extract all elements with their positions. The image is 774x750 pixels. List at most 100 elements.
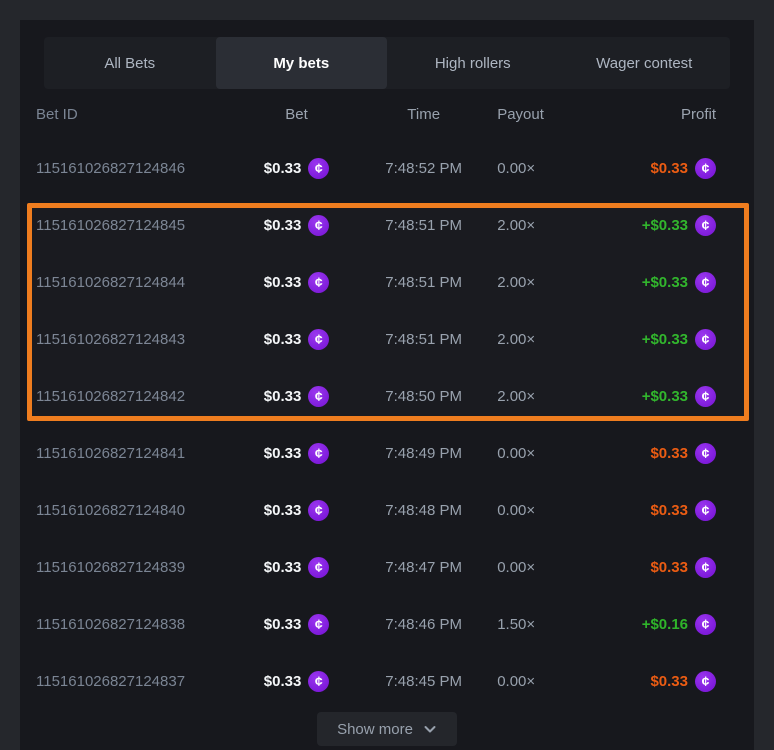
currency-coin-icon: ¢ — [695, 215, 716, 236]
header-time: Time — [360, 106, 487, 123]
profit-cell: $0.33 ¢ — [589, 158, 716, 179]
bet-amount: $0.33 — [264, 502, 302, 519]
currency-coin-icon: ¢ — [308, 443, 329, 464]
table-row[interactable]: 115161026827124845 $0.33 ¢ 7:48:51 PM 2.… — [20, 197, 754, 254]
show-more-button[interactable]: Show more — [317, 712, 457, 746]
payout-cell: 0.00× — [487, 673, 589, 690]
profit-cell: +$0.33 ¢ — [589, 272, 716, 293]
bet-cell: $0.33 ¢ — [233, 329, 360, 350]
bet-amount: $0.33 — [264, 274, 302, 291]
time-cell: 7:48:47 PM — [360, 559, 487, 576]
bet-amount: $0.33 — [264, 160, 302, 177]
bets-panel: All Bets My bets High rollers Wager cont… — [20, 20, 754, 750]
bet-cell: $0.33 ¢ — [233, 215, 360, 236]
header-payout: Payout — [487, 106, 589, 123]
table-row[interactable]: 115161026827124843 $0.33 ¢ 7:48:51 PM 2.… — [20, 311, 754, 368]
time-cell: 7:48:48 PM — [360, 502, 487, 519]
profit-amount: +$0.33 — [642, 331, 688, 348]
bet-id-cell[interactable]: 115161026827124838 — [36, 616, 233, 633]
currency-coin-icon: ¢ — [695, 158, 716, 179]
bet-cell: $0.33 ¢ — [233, 272, 360, 293]
currency-coin-icon: ¢ — [695, 557, 716, 578]
currency-coin-icon: ¢ — [695, 614, 716, 635]
table-row[interactable]: 115161026827124838 $0.33 ¢ 7:48:46 PM 1.… — [20, 596, 754, 653]
profit-cell: +$0.33 ¢ — [589, 215, 716, 236]
time-cell: 7:48:51 PM — [360, 274, 487, 291]
currency-coin-icon: ¢ — [695, 329, 716, 350]
bet-amount: $0.33 — [264, 616, 302, 633]
profit-amount: $0.33 — [650, 673, 688, 690]
bet-amount: $0.33 — [264, 559, 302, 576]
time-cell: 7:48:49 PM — [360, 445, 487, 462]
payout-cell: 0.00× — [487, 445, 589, 462]
currency-coin-icon: ¢ — [308, 671, 329, 692]
profit-cell: $0.33 ¢ — [589, 500, 716, 521]
payout-cell: 2.00× — [487, 217, 589, 234]
payout-cell: 0.00× — [487, 502, 589, 519]
chevron-down-icon — [423, 722, 437, 736]
profit-cell: $0.33 ¢ — [589, 557, 716, 578]
bet-id-cell[interactable]: 115161026827124844 — [36, 274, 233, 291]
table-header-row: Bet ID Bet Time Payout Profit — [20, 89, 754, 140]
profit-amount: +$0.16 — [642, 616, 688, 633]
table-row[interactable]: 115161026827124842 $0.33 ¢ 7:48:50 PM 2.… — [20, 368, 754, 425]
header-profit: Profit — [589, 106, 716, 123]
bet-id-cell[interactable]: 115161026827124845 — [36, 217, 233, 234]
currency-coin-icon: ¢ — [308, 329, 329, 350]
currency-coin-icon: ¢ — [308, 215, 329, 236]
bets-tabbar: All Bets My bets High rollers Wager cont… — [44, 37, 730, 89]
profit-cell: +$0.33 ¢ — [589, 386, 716, 407]
bet-id-cell[interactable]: 115161026827124840 — [36, 502, 233, 519]
table-row[interactable]: 115161026827124844 $0.33 ¢ 7:48:51 PM 2.… — [20, 254, 754, 311]
bet-id-cell[interactable]: 115161026827124839 — [36, 559, 233, 576]
tab-wager-contest[interactable]: Wager contest — [559, 37, 731, 89]
profit-amount: $0.33 — [650, 445, 688, 462]
table-row[interactable]: 115161026827124839 $0.33 ¢ 7:48:47 PM 0.… — [20, 539, 754, 596]
profit-amount: +$0.33 — [642, 217, 688, 234]
tab-high-rollers[interactable]: High rollers — [387, 37, 559, 89]
table-body: 115161026827124846 $0.33 ¢ 7:48:52 PM 0.… — [20, 140, 754, 710]
time-cell: 7:48:52 PM — [360, 160, 487, 177]
time-cell: 7:48:50 PM — [360, 388, 487, 405]
payout-cell: 0.00× — [487, 160, 589, 177]
bet-cell: $0.33 ¢ — [233, 158, 360, 179]
currency-coin-icon: ¢ — [695, 386, 716, 407]
bet-amount: $0.33 — [264, 388, 302, 405]
bet-id-cell[interactable]: 115161026827124843 — [36, 331, 233, 348]
currency-coin-icon: ¢ — [695, 671, 716, 692]
tab-all-bets[interactable]: All Bets — [44, 37, 216, 89]
bet-id-cell[interactable]: 115161026827124842 — [36, 388, 233, 405]
table-row[interactable]: 115161026827124841 $0.33 ¢ 7:48:49 PM 0.… — [20, 425, 754, 482]
profit-cell: $0.33 ¢ — [589, 443, 716, 464]
payout-cell: 2.00× — [487, 274, 589, 291]
table-row[interactable]: 115161026827124846 $0.33 ¢ 7:48:52 PM 0.… — [20, 140, 754, 197]
bet-cell: $0.33 ¢ — [233, 443, 360, 464]
tab-my-bets[interactable]: My bets — [216, 37, 388, 89]
payout-cell: 2.00× — [487, 388, 589, 405]
time-cell: 7:48:51 PM — [360, 331, 487, 348]
bet-amount: $0.33 — [264, 217, 302, 234]
payout-cell: 2.00× — [487, 331, 589, 348]
bet-amount: $0.33 — [264, 673, 302, 690]
bet-amount: $0.33 — [264, 331, 302, 348]
currency-coin-icon: ¢ — [695, 443, 716, 464]
header-bet-id: Bet ID — [36, 106, 233, 123]
currency-coin-icon: ¢ — [308, 500, 329, 521]
profit-amount: +$0.33 — [642, 274, 688, 291]
payout-cell: 1.50× — [487, 616, 589, 633]
bet-id-cell[interactable]: 115161026827124837 — [36, 673, 233, 690]
table-row[interactable]: 115161026827124840 $0.33 ¢ 7:48:48 PM 0.… — [20, 482, 754, 539]
bet-cell: $0.33 ¢ — [233, 386, 360, 407]
bet-id-cell[interactable]: 115161026827124841 — [36, 445, 233, 462]
payout-cell: 0.00× — [487, 559, 589, 576]
currency-coin-icon: ¢ — [308, 557, 329, 578]
header-bet: Bet — [233, 106, 360, 123]
profit-amount: $0.33 — [650, 559, 688, 576]
table-row[interactable]: 115161026827124837 $0.33 ¢ 7:48:45 PM 0.… — [20, 653, 754, 710]
profit-amount: $0.33 — [650, 502, 688, 519]
currency-coin-icon: ¢ — [308, 386, 329, 407]
bet-id-cell[interactable]: 115161026827124846 — [36, 160, 233, 177]
bet-cell: $0.33 ¢ — [233, 614, 360, 635]
currency-coin-icon: ¢ — [308, 614, 329, 635]
bets-table: Bet ID Bet Time Payout Profit 1151610268… — [20, 89, 754, 710]
